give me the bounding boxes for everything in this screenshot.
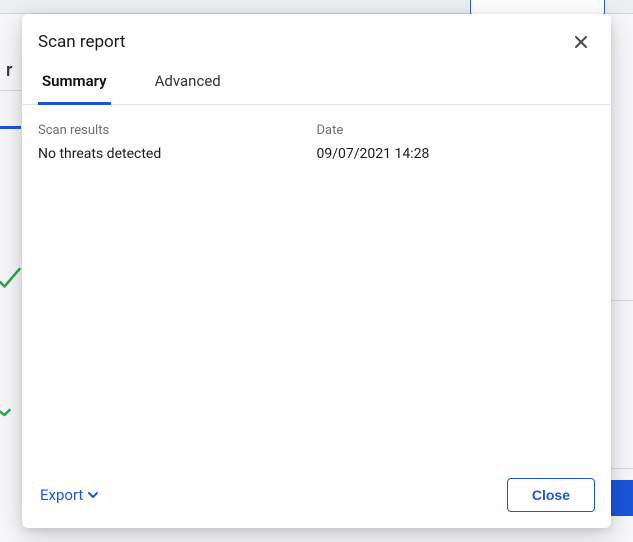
bg-truncated-text: r: [6, 60, 12, 81]
date-column: Date 09/07/2021 14:28: [317, 123, 596, 448]
scan-results-column: Scan results No threats detected: [38, 123, 317, 448]
bg-check-fragment-icon: [0, 390, 22, 420]
date-value: 09/07/2021 14:28: [317, 146, 596, 162]
dialog-tabs: Summary Advanced: [22, 62, 611, 105]
tab-advanced[interactable]: Advanced: [151, 62, 225, 105]
export-label: Export: [40, 486, 83, 504]
close-icon[interactable]: [567, 28, 595, 56]
bg-primary-button-fragment: [611, 480, 633, 516]
date-label: Date: [317, 123, 596, 138]
dialog-header: Scan report: [22, 14, 611, 62]
export-button[interactable]: Export: [38, 480, 101, 510]
scan-results-value: No threats detected: [38, 146, 317, 162]
dialog-footer: Export Close: [22, 466, 611, 528]
scan-results-label: Scan results: [38, 123, 317, 138]
bg-divider: [0, 90, 22, 91]
dialog-title: Scan report: [38, 32, 125, 52]
tab-summary[interactable]: Summary: [38, 62, 111, 105]
bg-active-tab-indicator: [0, 126, 21, 129]
chevron-down-icon: [87, 489, 99, 501]
bg-check-fragment-icon: [0, 264, 22, 294]
close-button[interactable]: Close: [507, 478, 595, 512]
scan-report-dialog: Scan report Summary Advanced Scan result…: [22, 14, 611, 528]
dialog-content: Scan results No threats detected Date 09…: [22, 105, 611, 466]
bg-divider: [611, 468, 633, 469]
bg-divider: [611, 300, 633, 301]
